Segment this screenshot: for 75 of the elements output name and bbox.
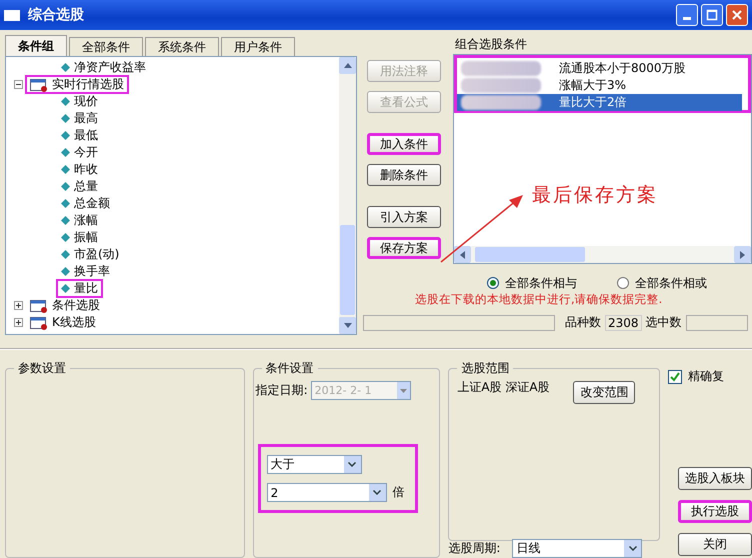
radio-option[interactable]: 全部条件相或 (617, 274, 707, 292)
action-button[interactable]: 执行选股 (678, 500, 752, 523)
tree-item[interactable]: 现价 (58, 94, 101, 109)
horizontal-scrollbar[interactable] (454, 246, 751, 263)
folder-icon (30, 78, 48, 92)
tree-item[interactable]: 昨收 (58, 162, 101, 177)
tab[interactable]: 全部条件 (69, 37, 143, 56)
maximize-button[interactable] (701, 4, 723, 26)
folder-icon (30, 316, 48, 330)
expand-toggle-icon[interactable] (14, 301, 24, 310)
minimize-button[interactable] (676, 4, 698, 26)
vertical-scrollbar[interactable] (339, 57, 356, 334)
tab[interactable]: 条件组 (5, 35, 67, 56)
tree-item[interactable]: 量比 (58, 281, 101, 296)
expand-toggle-icon[interactable] (14, 80, 24, 89)
tree-item[interactable]: 实时行情选股 (27, 77, 127, 92)
count-label: 品种数 (565, 314, 601, 331)
tab[interactable]: 系统条件 (145, 37, 219, 56)
window-icon (4, 10, 20, 20)
check-icon (670, 372, 680, 382)
tree-item[interactable]: 振幅 (58, 230, 101, 245)
condition-item[interactable]: 涨幅大于3% (457, 77, 742, 94)
checkbox[interactable]: 精确复 (668, 368, 752, 385)
annotation-text: 最后保存方案 (532, 183, 658, 208)
tree-item[interactable]: 总金额 (58, 196, 113, 211)
warning-note: 选股在下载的本地数据中进行,请确保数据完整. (414, 292, 664, 308)
tab[interactable]: 用户条件 (221, 37, 295, 56)
count-value: 2308 (605, 314, 642, 330)
folder-icon (30, 298, 48, 312)
change-range-button[interactable]: 改变范围 (573, 381, 636, 404)
radio-button[interactable] (617, 277, 629, 289)
action-button[interactable]: 保存方案 (367, 237, 441, 259)
group-title: 参数设置 (17, 360, 67, 377)
selected-count-field (686, 314, 748, 330)
radio-option[interactable]: 全部条件相与 (487, 274, 577, 292)
down-arrow-icon[interactable] (344, 323, 352, 328)
up-arrow-icon[interactable] (344, 63, 352, 68)
close-button[interactable] (726, 4, 748, 26)
tree-item[interactable]: 换手率 (58, 264, 113, 279)
action-button[interactable]: 关闭 (678, 533, 752, 556)
group-title: 条件设置 (264, 360, 315, 377)
period-dropdown[interactable]: 日线 (512, 539, 642, 558)
range-text: 上证A股 深证A股 (457, 381, 551, 393)
tree-item[interactable]: 今开 (58, 145, 101, 160)
tree-item[interactable]: 条件选股 (27, 298, 103, 313)
conditions-heading: 组合选股条件 (455, 36, 528, 53)
tree-item[interactable]: 总量 (58, 179, 101, 194)
tree-item[interactable]: 最高 (58, 111, 101, 126)
radio-button[interactable] (487, 277, 499, 289)
action-button[interactable]: 引入方案 (367, 206, 441, 228)
minimize-icon (683, 17, 691, 20)
group-title: 选股范围 (460, 360, 510, 377)
condition-item[interactable]: 量比大于2倍 (457, 94, 742, 111)
condition-item[interactable]: 流通股本小于8000万股 (457, 60, 742, 77)
right-arrow-icon[interactable] (740, 250, 745, 258)
tree-item[interactable]: K线选股 (27, 315, 99, 330)
expand-toggle-icon[interactable] (14, 318, 24, 327)
operator-dropdown[interactable]: 大于 (266, 455, 362, 474)
tree-item[interactable]: 最低 (58, 128, 101, 143)
action-button[interactable]: 加入条件 (367, 133, 441, 155)
value-dropdown[interactable]: 2 (266, 483, 387, 502)
tree-item[interactable]: 市盈(动) (58, 247, 122, 262)
action-button[interactable]: 选股入板块 (678, 467, 752, 490)
diamond-icon (61, 63, 70, 72)
action-button[interactable]: 删除条件 (367, 164, 441, 186)
selected-count-label: 选中数 (646, 314, 682, 331)
close-icon (731, 9, 743, 21)
period-label: 选股周期: (448, 540, 500, 557)
left-arrow-icon[interactable] (460, 250, 465, 258)
window-title: 综合选股 (28, 6, 85, 24)
tree-item[interactable]: 净资产收益率 (58, 60, 149, 75)
date-label: 指定日期: (256, 382, 308, 399)
unit-label: 倍 (392, 484, 405, 501)
tree-item[interactable]: 涨幅 (58, 213, 101, 228)
maximize-icon (706, 9, 718, 21)
